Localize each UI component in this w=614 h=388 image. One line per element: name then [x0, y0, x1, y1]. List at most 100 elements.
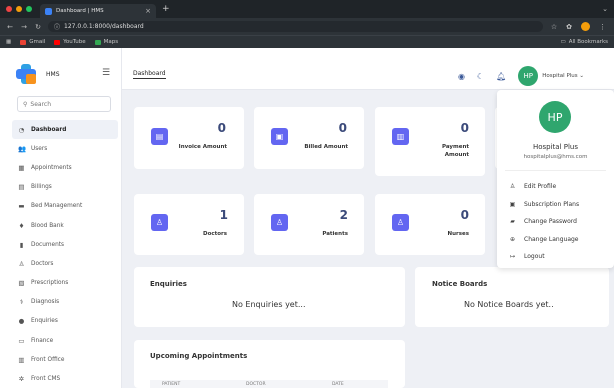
profile-dropdown: HP Hospital Plus hospitalplus@hms.com ♙ E…: [497, 90, 614, 268]
menu-item-subscription-plans[interactable]: ▣ Subscription Plans: [509, 201, 579, 208]
favicon-icon: [45, 7, 52, 15]
sidebar-item-doctors[interactable]: ♙ Doctors: [12, 254, 118, 273]
nurse-icon: ♙: [392, 214, 409, 231]
cms-icon: ✲: [18, 375, 25, 384]
sidebar-search[interactable]: ⚲: [17, 96, 111, 112]
browser-tab-title: Dashboard | HMS: [56, 8, 104, 14]
stat-value: 0: [460, 121, 469, 135]
sidebar-item-dashboard[interactable]: ◔ Dashboard: [12, 120, 118, 140]
column-header-doctor[interactable]: DOCTOR: [246, 382, 266, 387]
maximize-window-button[interactable]: [26, 6, 32, 12]
stat-value: 0: [217, 121, 226, 135]
menu-item-edit-profile[interactable]: ♙ Edit Profile: [509, 183, 556, 190]
menu-item-change-language[interactable]: ⊕ Change Language: [509, 236, 579, 243]
card-icon: ▣: [509, 201, 516, 208]
browser-tab[interactable]: Dashboard | HMS ×: [40, 4, 156, 18]
stat-value: 1: [219, 208, 228, 222]
bookmark-star-icon[interactable]: ☆: [551, 23, 557, 31]
column-header-date[interactable]: DATE: [332, 382, 344, 387]
enquiries-empty-message: No Enquiries yet...: [232, 300, 306, 309]
bookmark-gmail[interactable]: Gmail: [20, 39, 45, 45]
prescription-icon: ▧: [18, 279, 25, 288]
browser-tab-strip: Dashboard | HMS × + ⌄: [0, 0, 614, 18]
stat-label: Nurses: [447, 231, 469, 237]
tab-search-icon[interactable]: ⌄: [602, 5, 608, 13]
blood-drop-icon: ♦: [18, 221, 25, 230]
maps-icon: [94, 39, 101, 45]
sidebar-item-billings[interactable]: ▤ Billings: [12, 178, 118, 197]
bed-icon: ▬: [18, 202, 25, 211]
back-icon[interactable]: ←: [6, 23, 14, 31]
extensions-icon[interactable]: ✿: [566, 23, 572, 31]
sidebar-item-documents[interactable]: ▮ Documents: [12, 235, 118, 254]
stat-card-billed-amount: ▣ 0 Billed Amount: [254, 107, 364, 169]
sidebar-item-finance[interactable]: ▭ Finance: [12, 331, 118, 350]
bookmark-maps[interactable]: Maps: [94, 39, 118, 45]
enquiries-panel: Enquiries No Enquiries yet...: [134, 267, 405, 327]
sidebar-item-front-cms[interactable]: ✲ Front CMS: [12, 369, 118, 388]
bookmarks-bar: ▦ Gmail YouTube Maps ▭ All Bookmarks: [0, 35, 614, 48]
browser-profile-avatar[interactable]: [581, 22, 590, 31]
sidebar-item-appointments[interactable]: ▦ Appointments: [12, 158, 118, 177]
stat-label-line-1: Payment: [441, 144, 469, 150]
doctor-icon: ♙: [18, 259, 25, 268]
stat-label: Invoice Amount: [178, 144, 227, 150]
document-icon: ▮: [19, 240, 24, 249]
reload-icon[interactable]: ↻: [34, 23, 42, 31]
sidebar-item-diagnosis[interactable]: ⚕ Diagnosis: [12, 293, 118, 312]
address-bar[interactable]: ⓘ 127.0.0.1:8000/dashboard: [48, 21, 543, 32]
lock-icon: ▰: [510, 218, 515, 225]
user-menu-toggle[interactable]: Hospital Plus ⌄: [542, 73, 584, 79]
chevron-down-icon: ⌄: [579, 73, 584, 79]
stat-card-patients: ♙ 2 Patients: [254, 194, 364, 255]
column-header-patient[interactable]: PATIENT: [162, 382, 180, 387]
stat-card-invoice-amount: ▤ 0 Invoice Amount: [134, 107, 244, 169]
user-avatar[interactable]: HP: [518, 66, 539, 86]
profile-name: Hospital Plus: [532, 143, 579, 151]
new-tab-icon[interactable]: +: [162, 4, 170, 14]
patient-icon: ♙: [271, 214, 288, 231]
hms-logo: [16, 64, 36, 84]
folder-icon: ▭: [560, 39, 566, 45]
apps-grid-icon[interactable]: ▦: [6, 39, 11, 45]
globe-language-icon[interactable]: ◉: [458, 72, 465, 81]
sidebar-item-prescriptions[interactable]: ▧ Prescriptions: [12, 274, 118, 293]
breadcrumb[interactable]: Dashboard: [133, 70, 166, 79]
minimize-window-button[interactable]: [16, 6, 22, 12]
forward-icon[interactable]: →: [20, 23, 28, 31]
search-input[interactable]: [30, 100, 101, 108]
hamburger-menu-icon[interactable]: ☰: [102, 68, 110, 78]
all-bookmarks[interactable]: ▭ All Bookmarks: [561, 39, 609, 45]
app-header: Dashboard ◉ ☾ 🔔︎ HP Hospital Plus ⌄: [122, 48, 614, 90]
upcoming-appointments-panel: Upcoming Appointments PATIENT DOCTOR DAT…: [134, 340, 405, 388]
close-window-button[interactable]: [6, 6, 12, 12]
dark-mode-moon-icon[interactable]: ☾: [477, 72, 484, 81]
stat-value: 0: [338, 121, 347, 135]
stat-card-nurses: ♙ 0 Nurses: [375, 194, 485, 255]
sidebar-item-blood-bank[interactable]: ♦ Blood Bank: [12, 216, 118, 235]
menu-item-change-password[interactable]: ▰ Change Password: [509, 218, 577, 225]
bookmark-youtube[interactable]: YouTube: [54, 39, 86, 45]
site-info-icon[interactable]: ⓘ: [54, 22, 60, 31]
browser-menu-icon[interactable]: ⋮: [599, 23, 606, 31]
user-icon: ♙: [509, 183, 516, 190]
sidebar-item-front-office[interactable]: ▥ Front Office: [12, 350, 118, 369]
sidebar-item-enquiries[interactable]: ● Enquiries: [12, 312, 118, 331]
stat-value: 2: [339, 208, 348, 222]
enquiry-icon: ●: [18, 317, 25, 326]
stat-label: Doctors: [203, 231, 227, 237]
stat-label: Billed Amount: [304, 144, 348, 150]
menu-item-logout[interactable]: ↦ Logout: [509, 253, 545, 260]
notice-boards-empty-message: No Notice Boards yet..: [464, 300, 554, 309]
sidebar-item-users[interactable]: 👥 Users: [12, 139, 118, 158]
window-controls: [6, 6, 32, 12]
calendar-icon: ▦: [18, 163, 25, 172]
youtube-icon: [54, 39, 61, 45]
close-tab-icon[interactable]: ×: [145, 7, 151, 15]
notice-boards-panel: Notice Boards No Notice Boards yet..: [415, 267, 609, 327]
profile-email: hospitalplus@hms.com: [523, 154, 588, 160]
search-icon: ⚲: [23, 100, 28, 108]
sidebar-item-bed-management[interactable]: ▬ Bed Management: [12, 197, 118, 216]
notification-bell-icon[interactable]: 🔔︎: [496, 72, 506, 81]
sidebar: HMS ☰ ⚲ ◔Dashboard 👥Users ▦Appointments …: [0, 48, 122, 388]
